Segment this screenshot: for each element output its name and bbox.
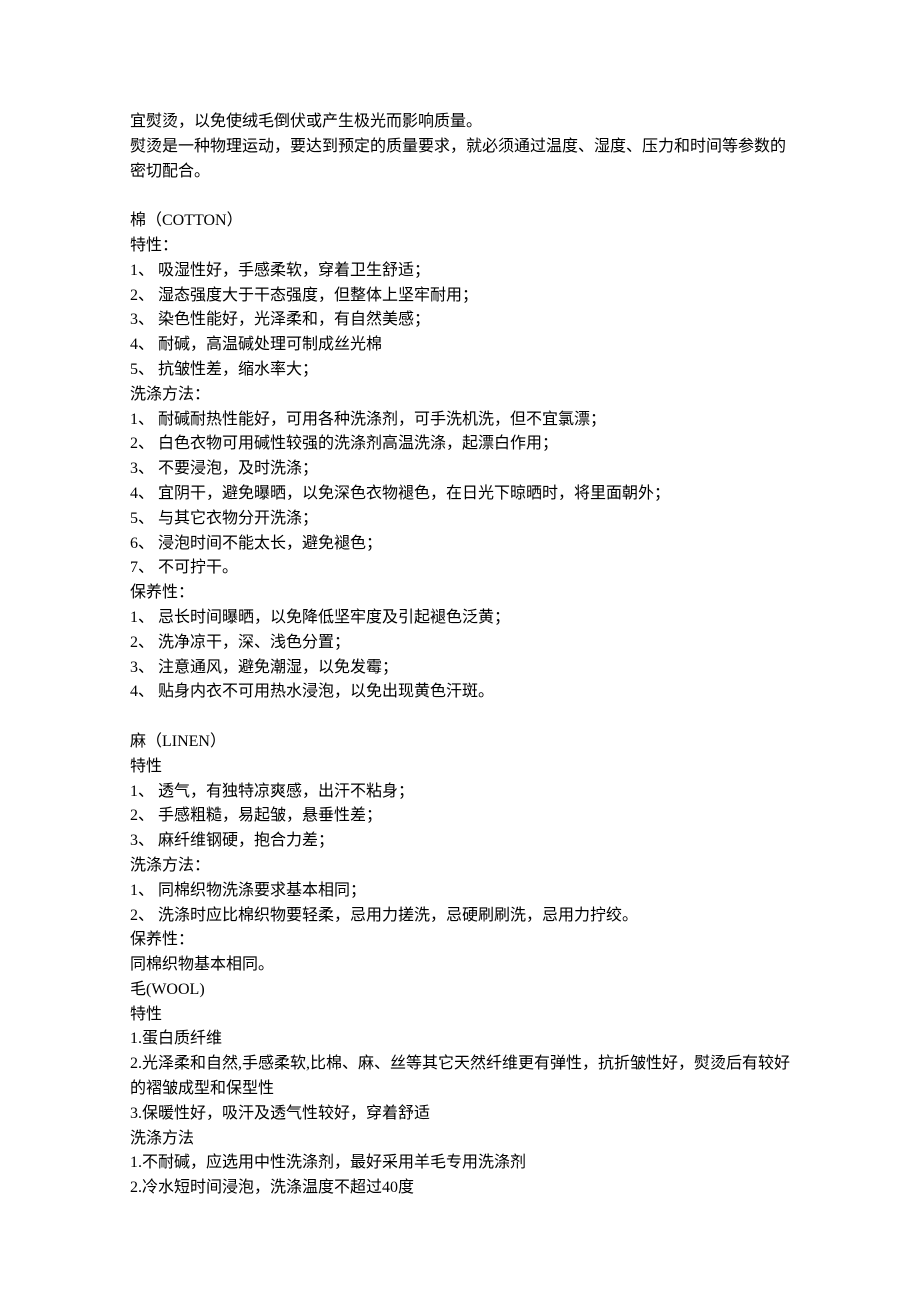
subheading: 洗涤方法 [130, 1127, 790, 1152]
subheading: 保养性： [130, 928, 790, 953]
subheading: 洗涤方法： [130, 383, 790, 408]
list-item: 1、 透气，有独特凉爽感，出汗不粘身； [130, 780, 790, 805]
list-item: 2.冷水短时间浸泡，洗涤温度不超过40度 [130, 1176, 790, 1201]
list-item: 4、 贴身内衣不可用热水浸泡，以免出现黄色汗斑。 [130, 680, 790, 705]
list-item: 1、 吸湿性好，手感柔软，穿着卫生舒适； [130, 259, 790, 284]
text-line: 宜熨烫，以免使绒毛倒伏或产生极光而影响质量。 [130, 110, 790, 135]
subheading: 洗涤方法： [130, 854, 790, 879]
list-item: 5、 抗皱性差，缩水率大； [130, 358, 790, 383]
section-title: 麻（LINEN） [130, 730, 790, 755]
list-item: 1、 忌长时间曝晒，以免降低坚牢度及引起褪色泛黄； [130, 606, 790, 631]
list-item: 1.不耐碱，应选用中性洗涤剂，最好采用羊毛专用洗涤剂 [130, 1151, 790, 1176]
list-item: 3、 麻纤维钢硬，抱合力差； [130, 829, 790, 854]
list-item: 1、 耐碱耐热性能好，可用各种洗涤剂，可手洗机洗，但不宜氯漂； [130, 408, 790, 433]
blank-line [130, 184, 790, 209]
list-item: 3、 染色性能好，光泽柔和，有自然美感； [130, 308, 790, 333]
list-item: 5、 与其它衣物分开洗涤； [130, 507, 790, 532]
section-title: 棉（COTTON） [130, 209, 790, 234]
list-item: 7、 不可拧干。 [130, 556, 790, 581]
subheading: 保养性： [130, 581, 790, 606]
text-line: 熨烫是一种物理运动，要达到预定的质量要求，就必须通过温度、湿度、压力和时间等参数… [130, 135, 790, 185]
subheading: 特性： [130, 234, 790, 259]
list-item: 3、 注意通风，避免潮湿，以免发霉； [130, 656, 790, 681]
document-page: 宜熨烫，以免使绒毛倒伏或产生极光而影响质量。 熨烫是一种物理运动，要达到预定的质… [0, 0, 920, 1311]
list-item: 2、 手感粗糙，易起皱，悬垂性差； [130, 804, 790, 829]
list-item: 1、 同棉织物洗涤要求基本相同； [130, 879, 790, 904]
list-item: 3、 不要浸泡，及时洗涤； [130, 457, 790, 482]
section-title: 毛(WOOL) [130, 978, 790, 1003]
list-item: 4、 耐碱，高温碱处理可制成丝光棉 [130, 333, 790, 358]
list-item: 4、 宜阴干，避免曝晒，以免深色衣物褪色，在日光下晾晒时，将里面朝外； [130, 482, 790, 507]
list-item: 2、 白色衣物可用碱性较强的洗涤剂高温洗涤，起漂白作用； [130, 432, 790, 457]
list-item: 2、 洗净凉干，深、浅色分置； [130, 631, 790, 656]
list-item: 2.光泽柔和自然,手感柔软,比棉、麻、丝等其它天然纤维更有弹性，抗折皱性好，熨烫… [130, 1052, 790, 1102]
list-item: 6、 浸泡时间不能太长，避免褪色； [130, 532, 790, 557]
list-item: 2、 洗涤时应比棉织物要轻柔，忌用力搓洗，忌硬刷刷洗，忌用力拧绞。 [130, 904, 790, 929]
subheading: 特性 [130, 1003, 790, 1028]
text-line: 同棉织物基本相同。 [130, 953, 790, 978]
blank-line [130, 705, 790, 730]
list-item: 2、 湿态强度大于干态强度，但整体上坚牢耐用； [130, 284, 790, 309]
list-item: 3.保暖性好，吸汗及透气性较好，穿着舒适 [130, 1102, 790, 1127]
subheading: 特性 [130, 755, 790, 780]
list-item: 1.蛋白质纤维 [130, 1027, 790, 1052]
